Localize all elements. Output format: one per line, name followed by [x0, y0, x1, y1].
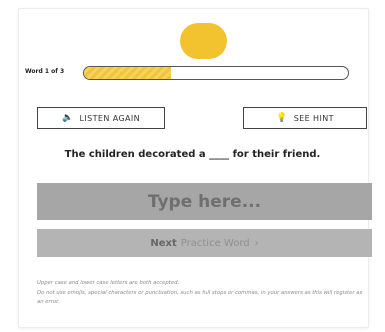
mascot-blob — [180, 23, 227, 59]
next-practice-word-button[interactable]: Next Practice Word › — [37, 229, 372, 257]
lightbulb-icon: 💡 — [276, 113, 288, 123]
practice-word-label: Practice Word — [180, 237, 250, 249]
progress-bar — [83, 66, 349, 80]
prompt-sentence: The children decorated a ____ for their … — [64, 149, 321, 160]
chevron-right-icon: › — [254, 237, 259, 249]
progress-fill — [84, 67, 172, 79]
listen-again-label: LISTEN AGAIN — [79, 113, 141, 123]
answer-input[interactable] — [37, 182, 372, 221]
see-hint-label: SEE HINT — [293, 113, 334, 123]
case-note: Upper case and lower case letters are bo… — [37, 280, 180, 286]
speaker-icon: 🔈 — [61, 113, 74, 123]
progress-label: Word 1 of 3 — [25, 68, 65, 75]
see-hint-button[interactable]: 💡 SEE HINT — [243, 107, 367, 129]
answer-box — [37, 182, 372, 221]
listen-again-button[interactable]: 🔈 LISTEN AGAIN — [37, 107, 165, 129]
next-label: Next — [150, 237, 177, 249]
punctuation-note: Do not use emojis, special characters or… — [37, 290, 363, 305]
